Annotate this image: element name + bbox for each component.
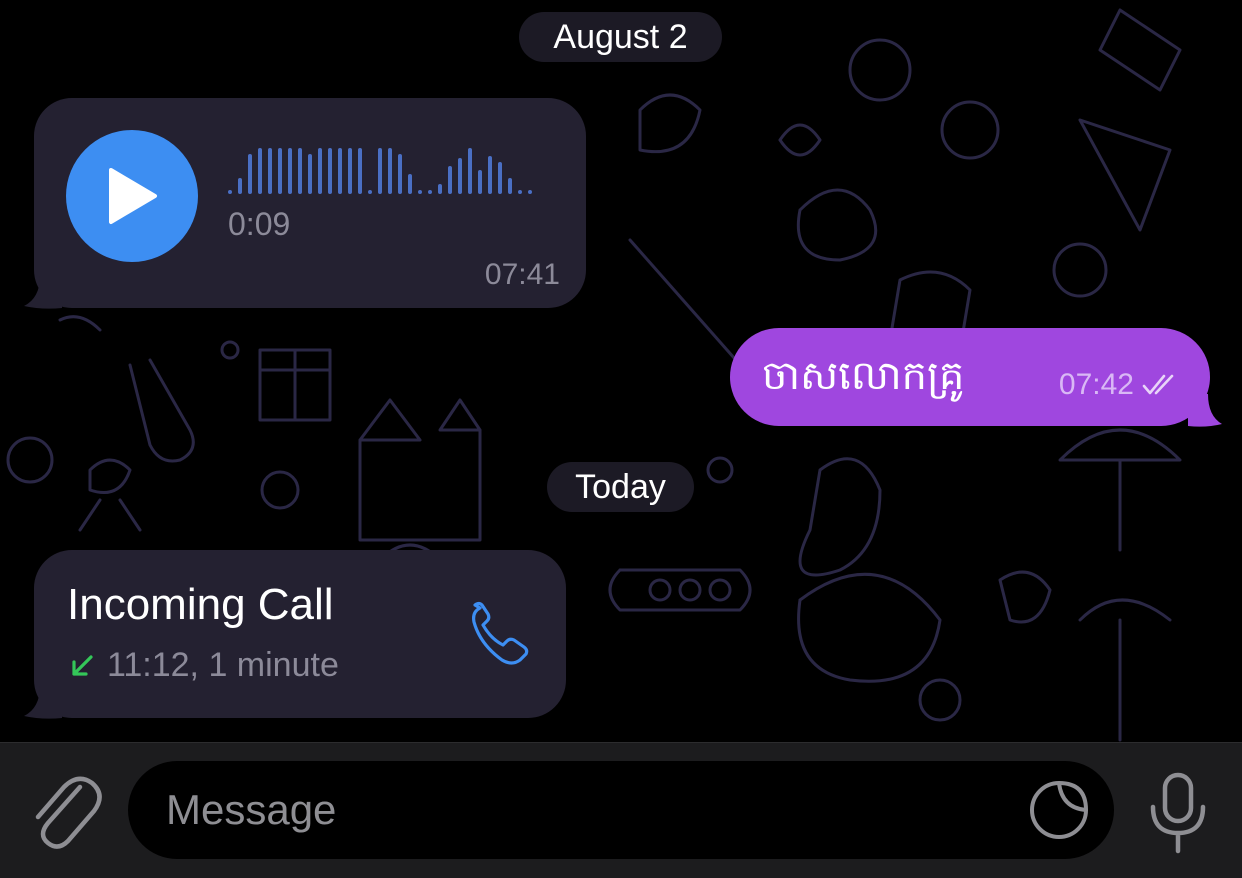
bubble-tail (24, 686, 62, 719)
bubble-tail (24, 276, 62, 309)
microphone-icon[interactable] (1145, 771, 1211, 855)
outgoing-message-bubble[interactable]: ចាសលោកគ្រូ 07:42 (730, 328, 1210, 426)
message-text: ចាសលោកគ្រូ (762, 354, 965, 398)
message-time: 07:42 (1058, 368, 1134, 401)
message-input[interactable]: Message (128, 761, 1114, 859)
call-time-duration: 11:12, 1 minute (107, 646, 339, 684)
attach-icon[interactable] (28, 773, 102, 857)
voice-waveform[interactable] (228, 144, 538, 196)
voice-message-bubble[interactable]: 0:09 07:41 (34, 98, 586, 308)
call-title: Incoming Call (67, 580, 334, 629)
message-meta: 07:42 (1059, 368, 1182, 402)
voice-duration: 0:09 (228, 206, 291, 242)
call-message-bubble[interactable]: Incoming Call 11:12, 1 minute (34, 550, 566, 718)
sticker-icon[interactable] (1028, 779, 1090, 841)
message-placeholder: Message (166, 786, 337, 833)
chat-area[interactable]: August 2 0:09 07:41 ចាសលោកគ្រូ 07:42 Tod… (0, 0, 1242, 742)
message-input-bar: Message (0, 742, 1242, 878)
date-pill-august-2: August 2 (519, 12, 722, 62)
play-icon (109, 168, 157, 224)
bubble-tail (1188, 394, 1222, 427)
call-details: 11:12, 1 minute (67, 646, 339, 685)
incoming-arrow-icon (72, 654, 93, 676)
read-double-check-icon (1142, 374, 1174, 395)
date-pill-today: Today (547, 462, 694, 512)
play-button[interactable] (66, 130, 198, 262)
message-time: 07:41 (484, 258, 560, 291)
phone-icon[interactable] (466, 600, 536, 670)
